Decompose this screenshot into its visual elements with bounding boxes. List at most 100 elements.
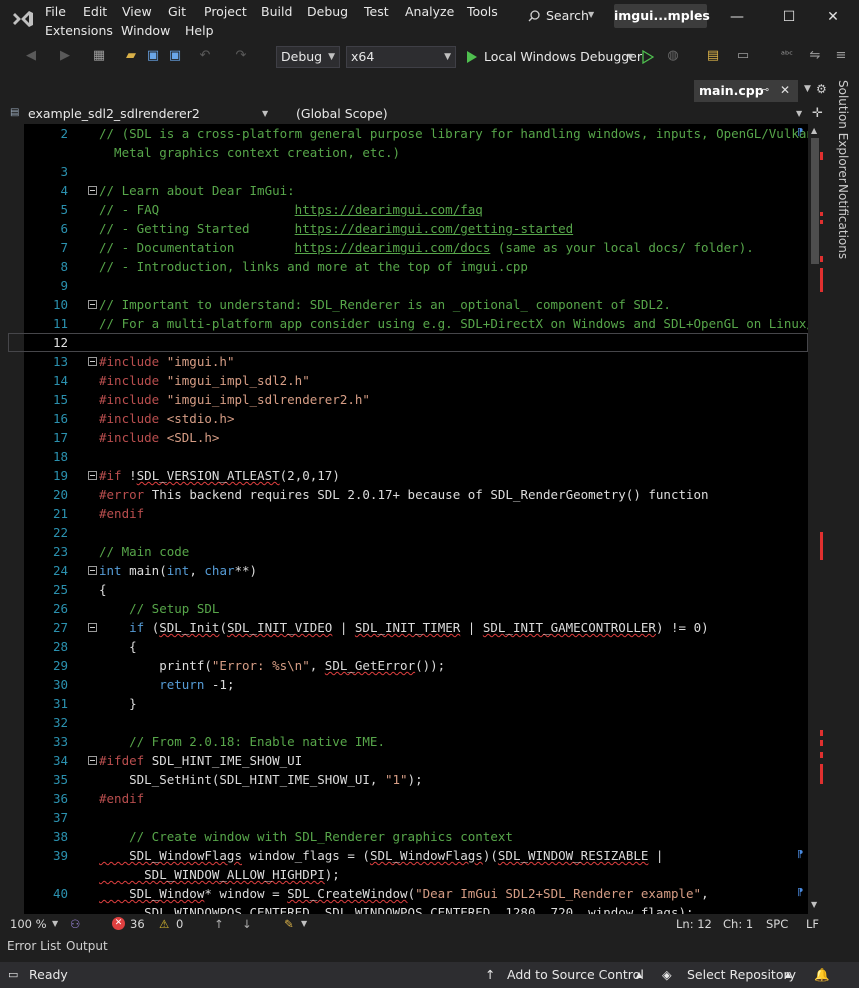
previous-issue-icon[interactable]: ↑ [214,914,224,934]
code-cleanup-icon[interactable]: ✎ [284,914,294,934]
vertical-scrollbar[interactable]: ▲ ▼ [808,124,823,914]
code-line[interactable]: 6 // - Getting Started https://dearimgui.… [8,219,808,238]
menu-analyze[interactable]: Analyze [405,4,454,19]
start-without-debugging-icon[interactable] [642,50,654,64]
code-line[interactable]: 7 // - Documentation https://dearimgui.co… [8,238,808,257]
back-icon[interactable]: ◀ [22,47,40,65]
menu-extensions[interactable]: Extensions [45,23,113,38]
menu-project[interactable]: Project [204,4,247,19]
code-line[interactable]: 29 printf("Error: %s\n", SDL_GetError())… [8,656,808,675]
code-line[interactable]: 21 #endif [8,504,808,523]
settings-icon[interactable]: ≡ [832,47,850,65]
collapse-icon[interactable] [88,357,97,366]
tab-main-cpp[interactable]: main.cpp ⊸ ✕ [694,80,798,102]
code-line[interactable]: 19 #if !SDL_VERSION_ATLEAST(2,0,17) [8,466,808,485]
menu-debug[interactable]: Debug [307,4,348,19]
menu-view[interactable]: View [122,4,152,19]
hot-reload-icon[interactable]: ◍ [664,47,682,65]
code-line[interactable]: 40 SDL_Window* window = SDL_CreateWindow… [8,884,808,903]
whitespace-indicator[interactable]: SPC [766,914,788,934]
code-line[interactable]: 27 if (SDL_Init(SDL_INIT_VIDEO | SDL_INI… [8,618,808,637]
solution-explorer-tab[interactable]: Solution Explorer [836,80,850,183]
code-line[interactable]: 38 // Create window with SDL_Renderer gr… [8,827,808,846]
minimize-icon[interactable]: — [724,6,750,28]
code-line[interactable]: 9 [8,276,808,295]
code-line[interactable]: 4 // Learn about Dear ImGui: [8,181,808,200]
code-line[interactable]: 3 [8,162,808,181]
code-line[interactable]: 15 #include "imgui_impl_sdlrenderer2.h" [8,390,808,409]
spell-check-icon[interactable]: ᵃᵇᶜ [778,47,796,65]
error-count[interactable]: 36 [130,914,145,934]
pin-icon[interactable]: ⊸ [760,83,769,96]
close-tab-icon[interactable]: ✕ [780,83,790,97]
code-line[interactable]: 25 { [8,580,808,599]
code-line[interactable]: 34 #ifdef SDL_HINT_IME_SHOW_UI [8,751,808,770]
code-line[interactable]: 14 #include "imgui_impl_sdl2.h" [8,371,808,390]
scroll-down-icon[interactable]: ▼ [811,900,817,909]
collapse-icon[interactable] [88,471,97,480]
code-line[interactable]: 11 // For a multi-platform app consider u… [8,314,808,333]
code-line[interactable]: 2 // (SDL is a cross-platform general pur… [8,124,808,143]
menu-test[interactable]: Test [364,4,389,19]
maximize-icon[interactable]: ☐ [776,6,802,28]
search-box[interactable]: Search ▼ [518,5,602,27]
menu-tools[interactable]: Tools [467,4,498,19]
code-line[interactable]: 23 // Main code [8,542,808,561]
close-icon[interactable]: ✕ [820,6,846,28]
open-folder-icon[interactable]: ▰ [122,47,140,65]
solution-name-badge[interactable]: imgui...mples [614,4,710,28]
quick-action-icon[interactable]: ⁋ [797,887,803,898]
scope-dropdown[interactable]: (Global Scope) [296,106,388,121]
forward-icon[interactable]: ▶ [56,47,74,65]
notifications-bell-icon[interactable]: 🔔 [814,962,830,988]
menu-build[interactable]: Build [261,4,292,19]
code-line[interactable]: 37 [8,808,808,827]
save-icon[interactable]: ▣ [144,47,162,65]
copilot-icon[interactable]: ⚇ [70,914,80,934]
menu-git[interactable]: Git [168,4,186,19]
code-line[interactable]: 10 // Important to understand: SDL_Render… [8,295,808,314]
code-line[interactable]: 39 SDL_WindowFlags window_flags = (SDL_W… [8,846,808,865]
code-line[interactable]: 17 #include <SDL.h> [8,428,808,447]
code-line[interactable]: 30 return -1; [8,675,808,694]
redo-icon[interactable]: ↷ [232,47,250,65]
save-all-icon[interactable]: ▣ [166,47,184,65]
quick-action-icon[interactable]: ⁋ [797,849,803,860]
add-source-control-button[interactable]: Add to Source Control [507,962,644,988]
collapse-icon[interactable] [88,623,97,632]
platform-select[interactable]: x64 ▼ [346,46,456,68]
window-layout-icon[interactable]: ▭ [734,47,752,65]
code-editor[interactable]: 2 // (SDL is a cross-platform general pur… [8,124,808,914]
collapse-icon[interactable] [88,300,97,309]
collapse-icon[interactable] [88,756,97,765]
code-line[interactable]: 20 #error This backend requires SDL 2.0.1… [8,485,808,504]
code-line[interactable]: 12 [8,333,808,352]
code-line[interactable]: 8 // - Introduction, links and more at th… [8,257,808,276]
tab-output[interactable]: Output [66,939,108,953]
code-line[interactable]: SDL_WINDOWPOS_CENTERED, SDL_WINDOWPOS_CE… [8,903,808,914]
solution-folder-icon[interactable]: ▤ [704,47,722,65]
menu-edit[interactable]: Edit [83,4,107,19]
code-line[interactable]: 26 // Setup SDL [8,599,808,618]
menu-file[interactable]: File [45,4,66,19]
menu-help[interactable]: Help [185,23,214,38]
code-line[interactable]: 5 // - FAQ https://dearimgui.com/faq [8,200,808,219]
code-line[interactable]: SDL_WINDOW_ALLOW_HIGHDPI); [8,865,808,884]
code-line[interactable]: 22 [8,523,808,542]
new-item-icon[interactable]: ▦ [90,47,108,65]
split-editor-icon[interactable]: ✛ [812,106,823,121]
toggle-icon[interactable]: ⇋ [806,47,824,65]
configuration-select[interactable]: Debug ▼ [276,46,340,68]
code-line[interactable]: Metal graphics context creation, etc.) [8,143,808,162]
zoom-level[interactable]: 100 % [10,914,47,934]
line-indicator[interactable]: Ln: 12 [676,914,712,934]
menu-window[interactable]: Window [121,23,170,38]
code-line[interactable]: 36 #endif [8,789,808,808]
select-repository-button[interactable]: Select Repository [687,962,796,988]
undo-icon[interactable]: ↶ [196,47,214,65]
quick-action-icon[interactable]: ⁋ [797,127,803,138]
scroll-thumb[interactable] [811,138,819,264]
collapse-icon[interactable] [88,566,97,575]
start-debugger-button[interactable]: Local Windows Debugger ▼ [464,46,642,68]
code-line[interactable]: 31 } [8,694,808,713]
